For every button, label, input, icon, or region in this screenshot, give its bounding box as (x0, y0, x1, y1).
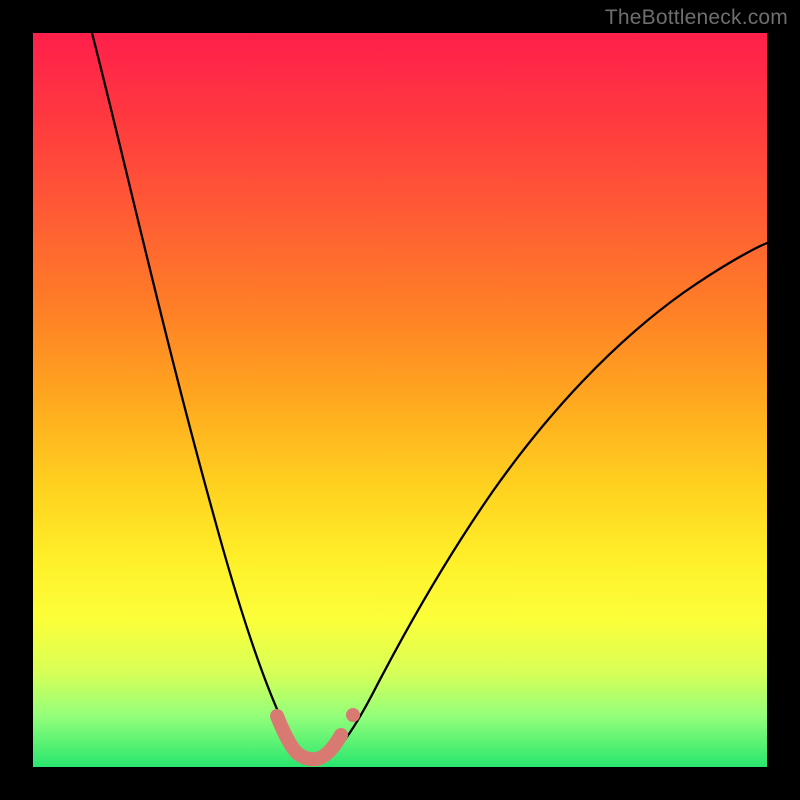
curve-path (92, 33, 767, 759)
outer-frame: TheBottleneck.com (0, 0, 800, 800)
watermark-label: TheBottleneck.com (605, 6, 788, 30)
bottleneck-curve (33, 33, 767, 767)
chart-area (33, 33, 767, 767)
optimal-dot (346, 708, 360, 722)
optimal-range-marker (277, 716, 341, 759)
